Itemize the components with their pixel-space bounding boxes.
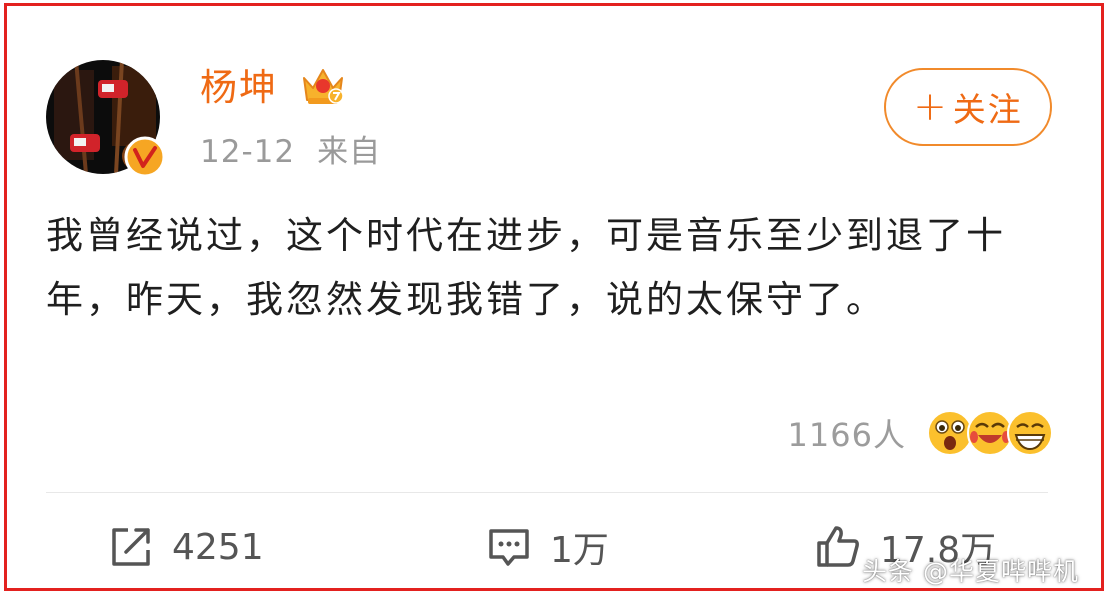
username[interactable]: 杨坤 — [200, 60, 278, 116]
follow-button[interactable]: + 关注 — [884, 68, 1052, 146]
post-source: 来自 — [317, 134, 382, 170]
thumbs-up-icon — [817, 526, 859, 567]
reaction-count: 1166人 — [787, 416, 906, 454]
comment-button[interactable]: 1万 — [486, 516, 609, 578]
reaction-summary[interactable]: 1166人 — [788, 404, 1054, 462]
post-date: 12-12 — [200, 134, 296, 170]
post-meta: 12-12 来自 — [200, 128, 381, 176]
divider — [46, 492, 1048, 493]
grinning-face-icon — [1007, 410, 1053, 456]
comment-count: 1万 — [550, 530, 609, 571]
share-icon — [112, 528, 150, 566]
crown-badge-icon — [303, 69, 344, 104]
watermark: 头条 @华夏哔哔机 — [862, 557, 1079, 586]
verified-v-icon — [124, 136, 166, 178]
repost-count: 4251 — [172, 526, 264, 568]
plus-icon: + — [913, 84, 949, 130]
post-text: 我曾经说过，这个时代在进步，可是音乐至少到退了十年，昨天，我忽然发现我错了，说的… — [46, 214, 1006, 321]
follow-label: 关注 — [952, 90, 1023, 129]
repost-button[interactable]: 4251 — [108, 516, 264, 578]
comment-icon — [489, 529, 529, 566]
